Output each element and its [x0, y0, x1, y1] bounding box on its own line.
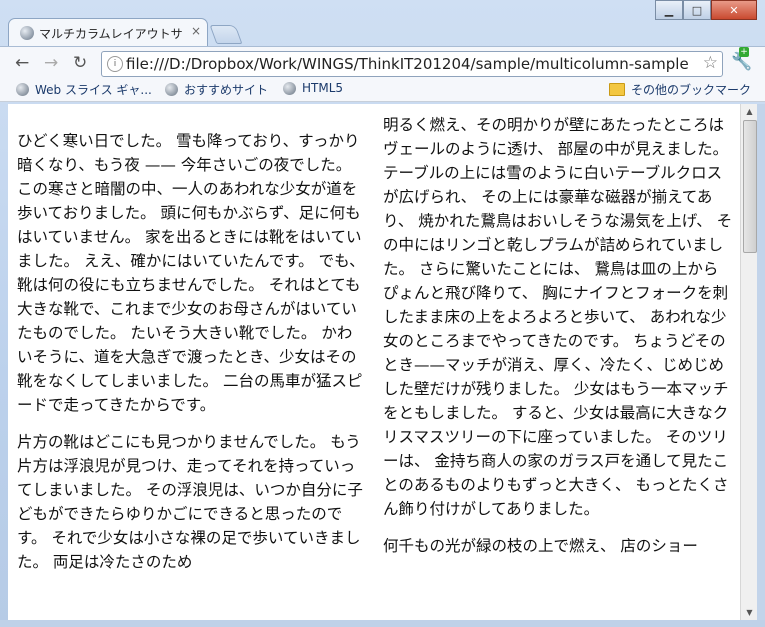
bookmark-label: HTML5	[302, 81, 344, 95]
globe-icon	[283, 81, 296, 95]
bookmark-web-slice[interactable]: Web スライス ギャ...	[16, 81, 152, 98]
other-bookmarks-label: その他のブックマーク	[631, 83, 752, 97]
paragraph: 何千もの光が緑の枝の上で燃え、 店のショー	[383, 537, 698, 555]
paragraph: 明るく燃え、その明かりが壁にあたったところはヴェールのように透け、 部屋の中が見…	[383, 116, 733, 518]
url-text[interactable]: file:///D:/Dropbox/Work/WINGS/ThinkIT201…	[126, 55, 694, 73]
scroll-thumb[interactable]	[743, 120, 757, 253]
minimize-button[interactable]: ▁	[655, 0, 683, 20]
reload-button[interactable]: ↻	[73, 53, 87, 73]
browser-window: ▁ □ ✕ マルチカラムレイアウトサ × ← → ↻ i file:///D:/…	[0, 0, 765, 627]
page-content: ひどく寒い日でした。 雪も降っており、すっかり暗くなり、もう夜 —— 今年さいご…	[8, 104, 740, 620]
bookmarks-bar: Web スライス ギャ... おすすめサイト HTML5 その他のブックマーク	[0, 78, 765, 102]
forward-button[interactable]: →	[44, 53, 58, 73]
wrench-menu-button[interactable]: 🔧 +	[731, 47, 752, 72]
tab-title: マルチカラムレイアウトサ	[39, 27, 183, 41]
other-bookmarks-folder[interactable]: その他のブックマーク	[609, 81, 751, 98]
window-border	[0, 620, 765, 627]
bookmark-recommended[interactable]: おすすめサイト	[165, 81, 268, 98]
back-button[interactable]: ←	[15, 53, 29, 73]
close-window-button[interactable]: ✕	[711, 0, 757, 20]
folder-icon	[609, 83, 625, 96]
window-border	[757, 104, 765, 620]
bookmark-label: おすすめサイト	[184, 83, 269, 97]
window-controls: ▁ □ ✕	[655, 0, 757, 20]
new-tab-button[interactable]	[209, 25, 243, 44]
page-info-icon[interactable]: i	[107, 56, 123, 72]
bookmark-html5[interactable]: HTML5	[283, 81, 343, 95]
update-badge-icon: +	[739, 47, 749, 57]
page-globe-icon	[20, 26, 34, 40]
maximize-button[interactable]: □	[683, 0, 711, 20]
paragraph: ひどく寒い日でした。 雪も降っており、すっかり暗くなり、もう夜 —— 今年さいご…	[17, 132, 365, 414]
toolbar: ← → ↻ i file:///D:/Dropbox/Work/WINGS/Th…	[0, 46, 765, 79]
right-column: 明るく燃え、その明かりが壁にあたったところはヴェールのように透け、 部屋の中が見…	[383, 113, 733, 571]
bookmark-label: Web スライス ギャ...	[35, 83, 152, 97]
bookmark-star-icon[interactable]: ☆	[703, 53, 718, 73]
globe-icon	[16, 83, 29, 96]
vertical-scrollbar[interactable]: ▲ ▼	[740, 104, 758, 620]
scroll-down-icon[interactable]: ▼	[741, 605, 758, 620]
left-column: ひどく寒い日でした。 雪も降っており、すっかり暗くなり、もう夜 —— 今年さいご…	[17, 129, 367, 587]
tab-active[interactable]: マルチカラムレイアウトサ ×	[8, 18, 208, 47]
scroll-up-icon[interactable]: ▲	[741, 104, 758, 119]
paragraph: 片方の靴はどこにも見つかりませんでした。 もう片方は浮浪児が見つけ、走ってそれを…	[17, 433, 363, 571]
globe-icon	[165, 83, 178, 96]
address-bar[interactable]: i file:///D:/Dropbox/Work/WINGS/ThinkIT2…	[101, 51, 723, 77]
tab-close-icon[interactable]: ×	[191, 24, 201, 38]
